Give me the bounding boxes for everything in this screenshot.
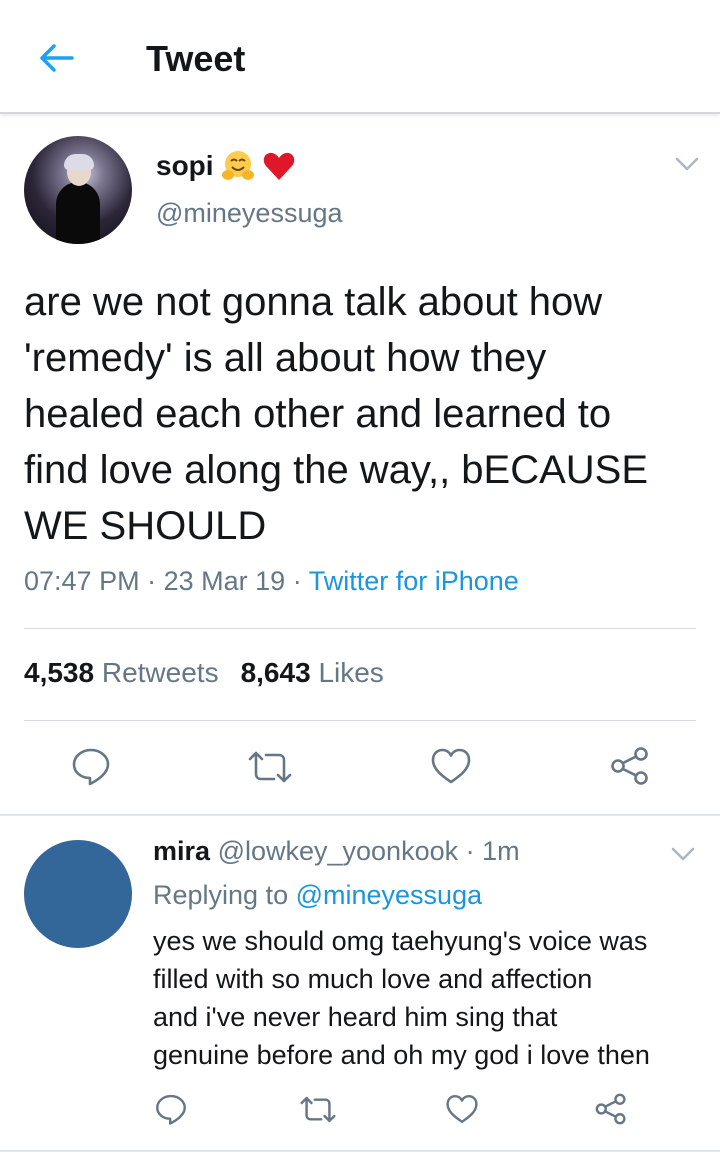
divider bbox=[24, 628, 696, 629]
separator: · bbox=[465, 836, 475, 866]
reply-text: yes we should omg taehyung's voice was f… bbox=[153, 926, 650, 1070]
tweet-meta: 07:47 PM · 23 Mar 19 · Twitter for iPhon… bbox=[24, 566, 519, 597]
reply-header: mira @lowkey_yoonkook · 1m bbox=[153, 836, 520, 867]
likes-label: Likes bbox=[318, 657, 384, 688]
like-icon[interactable] bbox=[430, 746, 472, 786]
hugging-face-icon bbox=[221, 151, 254, 180]
tweet-source-link[interactable]: Twitter for iPhone bbox=[309, 566, 519, 596]
reply-time: 1m bbox=[482, 836, 520, 866]
retweets-stat[interactable]: 4,538 Retweets bbox=[24, 657, 219, 688]
reply-icon[interactable] bbox=[154, 1092, 188, 1126]
share-icon[interactable] bbox=[594, 1092, 628, 1126]
author-display-name: sopi bbox=[156, 150, 214, 181]
red-heart-icon bbox=[263, 152, 294, 180]
retweet-icon[interactable] bbox=[247, 748, 293, 786]
share-icon[interactable] bbox=[609, 745, 651, 787]
replying-mention[interactable]: @mineyessuga bbox=[296, 880, 483, 910]
reply-avatar[interactable] bbox=[24, 840, 132, 948]
chevron-down-icon[interactable] bbox=[674, 156, 700, 172]
replying-prefix: Replying to bbox=[153, 880, 289, 910]
separator: · bbox=[292, 566, 302, 596]
reply-icon[interactable] bbox=[70, 745, 112, 787]
tweet-date: 23 Mar 19 bbox=[163, 566, 286, 596]
page-title: Tweet bbox=[146, 38, 246, 79]
divider bbox=[24, 720, 696, 721]
top-app-bar: Tweet bbox=[0, 0, 720, 114]
retweets-count: 4,538 bbox=[24, 657, 95, 688]
chevron-down-icon[interactable] bbox=[670, 846, 696, 862]
tweet-time: 07:47 PM bbox=[24, 566, 140, 596]
likes-count: 8,643 bbox=[240, 657, 311, 688]
section-divider bbox=[0, 1150, 720, 1152]
replying-to: Replying to @mineyessuga bbox=[153, 880, 482, 911]
author-name[interactable]: sopi bbox=[156, 148, 296, 184]
avatar[interactable] bbox=[24, 136, 132, 244]
arrow-left-icon[interactable] bbox=[36, 38, 76, 78]
retweet-icon[interactable] bbox=[299, 1094, 337, 1125]
likes-stat[interactable]: 8,643 Likes bbox=[241, 657, 384, 688]
author-handle[interactable]: @mineyessuga bbox=[156, 198, 343, 229]
section-divider bbox=[0, 814, 720, 816]
retweets-label: Retweets bbox=[101, 657, 219, 688]
like-icon[interactable] bbox=[445, 1093, 479, 1125]
reply-handle[interactable]: @lowkey_yoonkook bbox=[218, 836, 459, 866]
tweet-stats: 4,538 Retweets 8,643 Likes bbox=[24, 657, 384, 689]
tweet-text: are we not gonna talk about how 'remedy'… bbox=[24, 280, 649, 548]
reply-display-name[interactable]: mira bbox=[153, 836, 210, 866]
separator: · bbox=[147, 566, 157, 596]
